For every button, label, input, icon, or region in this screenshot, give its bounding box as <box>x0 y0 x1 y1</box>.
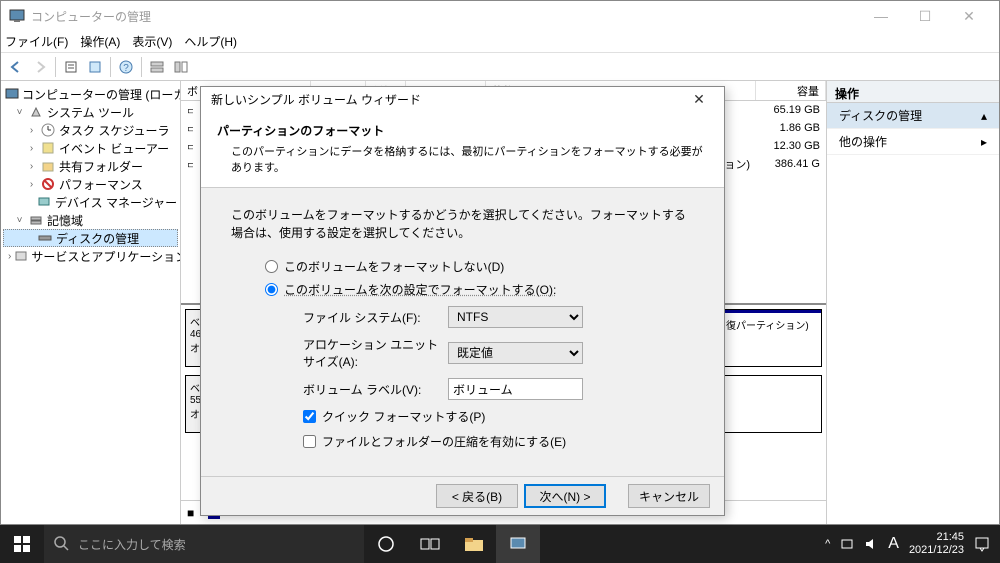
dialog-subheading: このパーティションにデータを格納するには、最初にパーティションをフォーマットする… <box>217 143 708 175</box>
minimize-button[interactable]: — <box>859 2 903 30</box>
nav-tree[interactable]: コンピューターの管理 (ローカル) ˅システム ツール ›タスク スケジューラ … <box>1 81 181 524</box>
taskbar[interactable]: ここに入力して検索 ^ A 21:45 2021/12/23 <box>0 525 1000 563</box>
ime-indicator[interactable]: A <box>888 535 899 553</box>
refresh-button[interactable] <box>84 56 106 78</box>
disk-0-recovery-partition[interactable]: 復パーティション) <box>721 310 821 366</box>
system-tray[interactable]: ^ A 21:45 2021/12/23 <box>815 531 1000 557</box>
tree-services-apps[interactable]: ›サービスとアプリケーション <box>3 247 178 265</box>
compress-label: ファイルとフォルダーの圧縮を有効にする(E) <box>322 433 566 450</box>
tree-device-manager[interactable]: デバイス マネージャー <box>3 193 178 211</box>
notification-icon[interactable] <box>974 536 990 552</box>
dialog-title: 新しいシンプル ボリューム ウィザード <box>211 91 684 108</box>
menu-view[interactable]: 表示(V) <box>132 33 172 50</box>
search-box[interactable]: ここに入力して検索 <box>44 525 364 563</box>
time: 21:45 <box>909 531 964 544</box>
explorer-icon[interactable] <box>452 525 496 563</box>
dialog-footer: < 戻る(B) 次へ(N) > キャンセル <box>201 476 724 515</box>
tree-performance[interactable]: ›パフォーマンス <box>3 175 178 193</box>
menu-help[interactable]: ヘルプ(H) <box>184 33 237 50</box>
volume-label-row: ボリューム ラベル(V): <box>303 378 694 400</box>
quick-format-label: クイック フォーマットする(P) <box>322 408 485 425</box>
collapse-icon: ▴ <box>981 109 987 123</box>
radio-format-row[interactable]: このボリュームを次の設定でフォーマットする(O): <box>265 281 694 298</box>
titlebar: コンピューターの管理 — ☐ ✕ <box>1 1 999 31</box>
close-button[interactable]: ✕ <box>947 2 991 30</box>
cortana-icon[interactable] <box>364 525 408 563</box>
search-icon <box>54 536 70 552</box>
tree-shared-folders[interactable]: ›共有フォルダー <box>3 157 178 175</box>
network-icon[interactable] <box>840 537 854 551</box>
filesystem-select[interactable]: NTFS <box>448 306 583 328</box>
format-partition-dialog: 新しいシンプル ボリューム ウィザード ✕ パーティションのフォーマット このパ… <box>200 86 725 516</box>
radio-no-format[interactable] <box>265 260 278 273</box>
dialog-heading: パーティションのフォーマット <box>217 122 708 139</box>
col-capacity[interactable]: 容量 <box>756 81 826 100</box>
svg-text:?: ? <box>123 63 129 74</box>
dialog-header: パーティションのフォーマット このパーティションにデータを格納するには、最初にパ… <box>201 112 724 188</box>
clock[interactable]: 21:45 2021/12/23 <box>909 531 964 557</box>
app-icon <box>9 8 25 24</box>
radio-format[interactable] <box>265 283 278 296</box>
volume-label-input[interactable] <box>448 378 583 400</box>
actions-disk-management[interactable]: ディスクの管理 ▴ <box>827 103 999 129</box>
back-button[interactable]: < 戻る(B) <box>436 484 518 508</box>
quick-format-row[interactable]: クイック フォーマットする(P) <box>303 408 694 425</box>
dialog-body: このボリュームをフォーマットするかどうかを選択してください。フォーマットする場合… <box>201 188 724 476</box>
radio-format-label: このボリュームを次の設定でフォーマットする(O): <box>284 281 556 298</box>
actions-other[interactable]: 他の操作 ▸ <box>827 129 999 155</box>
actions-pane: 操作 ディスクの管理 ▴ 他の操作 ▸ <box>827 81 999 524</box>
allocation-row: アロケーション ユニット サイズ(A): 既定値 <box>303 336 694 370</box>
tree-root[interactable]: コンピューターの管理 (ローカル) <box>3 85 178 103</box>
menu-action[interactable]: 操作(A) <box>80 33 120 50</box>
volume-icon[interactable] <box>864 537 878 551</box>
properties-button[interactable] <box>60 56 82 78</box>
tree-task-scheduler[interactable]: ›タスク スケジューラ <box>3 121 178 139</box>
menubar: ファイル(F) 操作(A) 表示(V) ヘルプ(H) <box>1 31 999 53</box>
next-button[interactable]: 次へ(N) > <box>524 484 606 508</box>
forward-button[interactable] <box>29 56 51 78</box>
help-button[interactable]: ? <box>115 56 137 78</box>
compress-row[interactable]: ファイルとフォルダーの圧縮を有効にする(E) <box>303 433 694 450</box>
tray-chevron-icon[interactable]: ^ <box>825 538 830 550</box>
tree-disk-management[interactable]: ディスクの管理 <box>3 229 178 247</box>
cancel-button[interactable]: キャンセル <box>628 484 710 508</box>
view-button-2[interactable] <box>170 56 192 78</box>
dialog-instruction: このボリュームをフォーマットするかどうかを選択してください。フォーマットする場合… <box>231 206 694 242</box>
dialog-titlebar: 新しいシンプル ボリューム ウィザード ✕ <box>201 87 724 112</box>
chevron-right-icon: ▸ <box>981 135 987 149</box>
volume-label-label: ボリューム ラベル(V): <box>303 381 448 398</box>
menu-file[interactable]: ファイル(F) <box>5 33 68 50</box>
filesystem-label: ファイル システム(F): <box>303 309 448 326</box>
tree-event-viewer[interactable]: ›イベント ビューアー <box>3 139 178 157</box>
view-button-1[interactable] <box>146 56 168 78</box>
start-button[interactable] <box>0 525 44 563</box>
dialog-close-button[interactable]: ✕ <box>684 91 714 108</box>
allocation-label: アロケーション ユニット サイズ(A): <box>303 336 448 370</box>
date: 2021/12/23 <box>909 544 964 557</box>
back-button[interactable] <box>5 56 27 78</box>
tree-storage[interactable]: ˅記憶域 <box>3 211 178 229</box>
radio-no-format-label: このボリュームをフォーマットしない(D) <box>284 258 504 275</box>
quick-format-checkbox[interactable] <box>303 410 316 423</box>
legend-unallocated-icon: ■ <box>187 506 194 520</box>
tree-system-tools[interactable]: ˅システム ツール <box>3 103 178 121</box>
search-placeholder: ここに入力して検索 <box>78 536 186 553</box>
window-title: コンピューターの管理 <box>31 8 859 25</box>
computer-management-icon[interactable] <box>496 525 540 563</box>
filesystem-row: ファイル システム(F): NTFS <box>303 306 694 328</box>
compress-checkbox[interactable] <box>303 435 316 448</box>
task-view-icon[interactable] <box>408 525 452 563</box>
allocation-select[interactable]: 既定値 <box>448 342 583 364</box>
radio-no-format-row[interactable]: このボリュームをフォーマットしない(D) <box>265 258 694 275</box>
toolbar: ? <box>1 53 999 81</box>
actions-header: 操作 <box>827 81 999 103</box>
maximize-button[interactable]: ☐ <box>903 2 947 30</box>
